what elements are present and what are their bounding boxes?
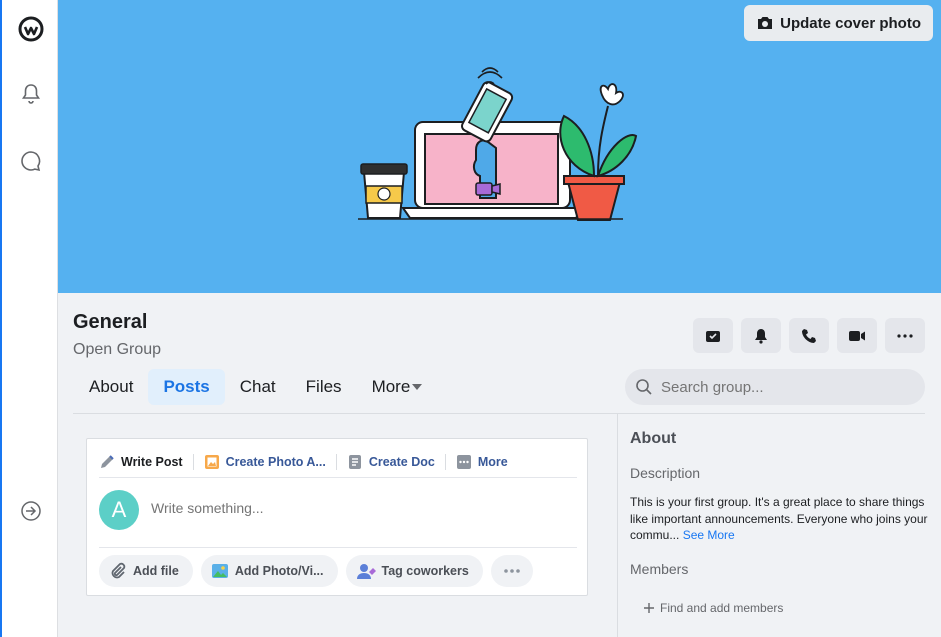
add-photo-video-button[interactable]: Add Photo/Vi... <box>200 555 338 587</box>
find-members-label: Find and add members <box>660 601 784 615</box>
caret-down-icon <box>412 384 423 390</box>
create-doc-label: Create Doc <box>368 455 435 469</box>
pencil-icon <box>101 455 114 468</box>
more-square-icon <box>456 455 471 469</box>
more-dots-icon <box>897 333 913 338</box>
video-call-button[interactable] <box>837 318 877 353</box>
tab-more-label: More <box>371 377 411 396</box>
create-doc-tab[interactable]: Create Doc <box>335 454 445 470</box>
create-photo-album-label: Create Photo A... <box>225 455 326 469</box>
more-dots-icon <box>504 569 520 573</box>
notifications-bell-icon[interactable] <box>18 81 44 107</box>
composer-more-tab[interactable]: More <box>444 454 518 470</box>
composer-separator <box>99 547 577 548</box>
description-label: Description <box>630 465 701 481</box>
phone-icon <box>802 328 816 343</box>
composer-buttons: Add file Add Photo/Vi... Tag coworkers <box>99 555 533 587</box>
composer-more-label: More <box>477 455 508 469</box>
composer-tabs: Write Post Create Photo A... Create Doc … <box>97 447 518 477</box>
members-label: Members <box>630 561 689 577</box>
description-text: This is your first group. It's a great p… <box>630 495 928 542</box>
notifications-button[interactable] <box>741 318 781 353</box>
create-photo-album-tab[interactable]: Create Photo A... <box>192 454 336 470</box>
group-actions <box>693 318 925 353</box>
bell-icon <box>755 328 767 344</box>
search-group[interactable] <box>625 369 925 405</box>
group-tabs: About Posts Chat Files More <box>74 369 437 405</box>
inbox-button[interactable] <box>693 318 733 353</box>
tab-files[interactable]: Files <box>291 369 357 405</box>
document-icon <box>348 455 361 469</box>
workplace-logo-icon[interactable] <box>18 16 44 42</box>
see-more-link[interactable]: See More <box>683 528 735 542</box>
left-rail <box>0 0 58 637</box>
search-input[interactable] <box>661 378 901 396</box>
write-post-label: Write Post <box>121 455 183 469</box>
inbox-check-icon <box>706 330 720 342</box>
tag-coworkers-label: Tag coworkers <box>381 564 469 578</box>
add-file-label: Add file <box>133 564 179 578</box>
plus-icon <box>644 603 654 613</box>
main-content: Update cover photo General Open Group Ab… <box>58 0 941 637</box>
update-cover-label: Update cover photo <box>780 14 921 32</box>
cover-illustration <box>358 67 638 221</box>
post-composer: Write Post Create Photo A... Create Doc … <box>86 438 588 596</box>
tab-more[interactable]: More <box>357 369 438 405</box>
add-photo-video-label: Add Photo/Vi... <box>234 564 324 578</box>
tab-chat[interactable]: Chat <box>225 369 291 405</box>
search-icon <box>636 379 652 395</box>
composer-separator <box>99 477 577 478</box>
composer-more-options-button[interactable] <box>490 555 533 587</box>
group-name: General <box>73 311 148 333</box>
tag-coworkers-button[interactable]: Tag coworkers <box>345 555 483 587</box>
group-description: This is your first group. It's a great p… <box>630 494 930 544</box>
chat-bubble-icon[interactable] <box>18 148 44 174</box>
camera-icon <box>758 17 773 29</box>
photo-icon <box>211 564 228 578</box>
find-and-add-members-button[interactable]: Find and add members <box>630 591 930 625</box>
expand-arrow-icon[interactable] <box>18 498 44 524</box>
more-actions-button[interactable] <box>885 318 925 353</box>
tab-about[interactable]: About <box>74 369 148 405</box>
cover-photo: Update cover photo <box>58 0 941 293</box>
about-panel: About Description This is your first gro… <box>630 430 930 625</box>
call-button[interactable] <box>789 318 829 353</box>
tab-posts[interactable]: Posts <box>148 369 225 405</box>
group-header: General Open Group About Posts Chat File… <box>58 293 941 413</box>
write-something-input[interactable] <box>151 500 551 516</box>
header-divider <box>73 413 925 414</box>
avatar: A <box>99 490 139 530</box>
add-file-button[interactable]: Add file <box>99 555 193 587</box>
update-cover-photo-button[interactable]: Update cover photo <box>744 5 933 41</box>
write-post-tab[interactable]: Write Post <box>97 454 193 470</box>
video-camera-icon <box>849 330 865 341</box>
tag-person-icon <box>356 564 376 579</box>
group-type: Open Group <box>73 341 162 358</box>
about-title: About <box>630 430 677 447</box>
paperclip-icon <box>111 562 126 579</box>
photo-album-icon <box>204 455 219 469</box>
column-divider <box>617 413 618 637</box>
